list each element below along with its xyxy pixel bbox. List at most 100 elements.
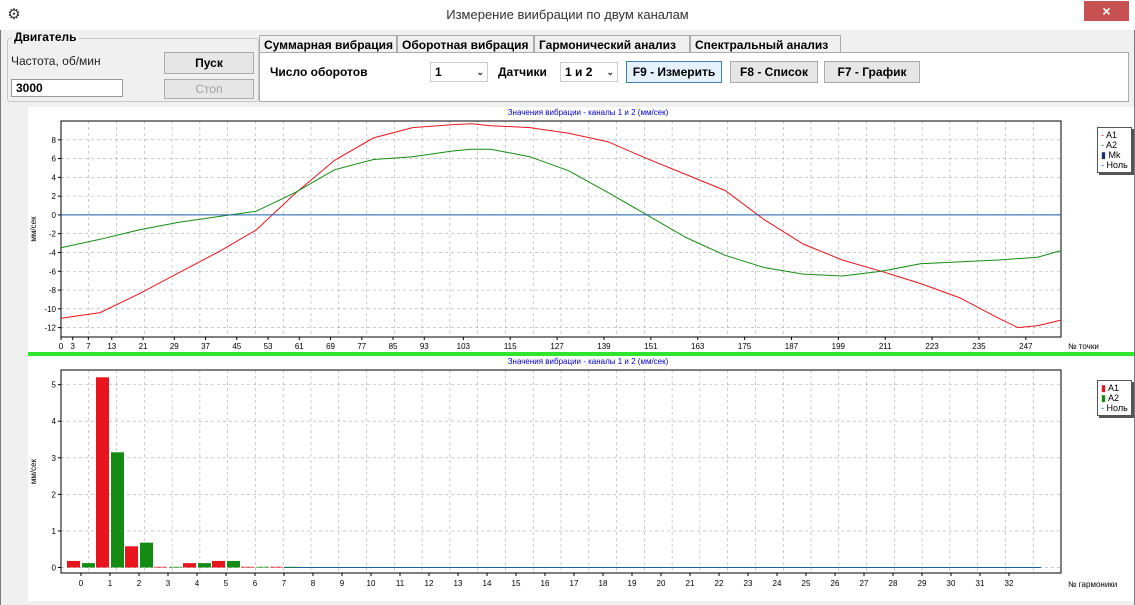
engine-group-title: Двигатель — [12, 30, 79, 44]
bar-a2-h6 — [256, 566, 269, 568]
sensors-select[interactable]: 1 и 2 ⌄ — [560, 62, 618, 82]
y-tick-label: 1 — [52, 527, 57, 536]
y-axis-label: мм/сек — [29, 458, 38, 484]
x-tick-label: 25 — [802, 579, 811, 588]
bar-a1-h0 — [67, 560, 80, 568]
x-tick-label: 26 — [831, 579, 840, 588]
graph-button[interactable]: F7 - График — [824, 61, 920, 83]
x-tick-label: 235 — [972, 342, 986, 351]
x-tick-label: 32 — [1005, 579, 1014, 588]
x-tick-label: 4 — [195, 579, 200, 588]
close-button[interactable]: × — [1084, 1, 1129, 21]
x-tick-label: 175 — [738, 342, 752, 351]
measure-button[interactable]: F9 - Измерить — [626, 61, 722, 83]
bar-a2-h3 — [169, 566, 182, 568]
x-tick-label: 23 — [744, 579, 753, 588]
x-tick-label: 17 — [570, 579, 579, 588]
x-tick-label: 19 — [628, 579, 637, 588]
x-tick-label: 247 — [1019, 342, 1033, 351]
x-tick-label: 7 — [282, 579, 287, 588]
title-bar: ⚙ Измерение виибрации по двум каналам × — [0, 0, 1135, 31]
time-chart-legend: - A1 - A2 ▮ Mk - Ноль — [1097, 127, 1132, 173]
chart-title: Значения вибрации - каналы 1 и 2 (мм/сек… — [508, 108, 669, 117]
x-tick-label: 3 — [166, 579, 171, 588]
x-tick-label: 1 — [108, 579, 113, 588]
x-tick-label: 85 — [389, 342, 398, 351]
frequency-label: Частота, об/мин — [11, 54, 101, 68]
legend-item-zero: - Ноль — [1101, 160, 1128, 170]
legend-item-a1: - A1 — [1101, 130, 1118, 140]
y-tick-label: -6 — [49, 267, 57, 276]
x-tick-label: 28 — [889, 579, 898, 588]
stop-button[interactable]: Стоп — [164, 79, 254, 99]
x-tick-label: 22 — [715, 579, 724, 588]
chevron-down-icon: ⌄ — [476, 67, 484, 77]
y-tick-label: 0 — [52, 564, 57, 573]
x-tick-label: 93 — [420, 342, 429, 351]
x-tick-label: 3 — [70, 342, 75, 351]
chevron-down-icon: ⌄ — [606, 67, 614, 77]
x-tick-label: 151 — [644, 342, 658, 351]
y-tick-label: -12 — [44, 324, 56, 333]
x-tick-label: 115 — [504, 342, 517, 351]
y-tick-label: -4 — [49, 248, 57, 257]
bar-a1-h3 — [154, 566, 167, 568]
window-title: Измерение виибрации по двум каналам — [446, 7, 689, 22]
x-tick-label: 7 — [86, 342, 91, 351]
x-tick-label: 13 — [454, 579, 463, 588]
y-tick-label: 4 — [52, 173, 57, 182]
x-tick-label: 29 — [170, 342, 179, 351]
x-tick-label: 199 — [832, 342, 846, 351]
y-tick-label: 6 — [52, 155, 57, 164]
y-tick-label: -2 — [49, 230, 57, 239]
x-tick-label: 30 — [947, 579, 956, 588]
x-tick-label: 6 — [253, 579, 258, 588]
bar-a2-h7 — [285, 566, 298, 568]
chart-title: Значения вибрации - каналы 1 и 2 (мм/сек… — [508, 357, 669, 366]
harmonics-chart-legend: ▮ A1 ▮ A2 - Ноль — [1097, 380, 1132, 416]
x-tick-label: 69 — [326, 342, 335, 351]
x-tick-label: 2 — [137, 579, 142, 588]
x-tick-label: 211 — [879, 342, 892, 351]
bar-a1-h5 — [212, 560, 225, 568]
x-tick-label: 13 — [107, 342, 116, 351]
start-button[interactable]: Пуск — [164, 52, 254, 74]
tab-harmonic-analysis[interactable]: Гармонический анализ — [534, 35, 690, 53]
engine-groupbox: Двигатель Частота, об/мин 3000 Пуск Стоп — [7, 30, 259, 102]
chart-background — [28, 107, 1134, 352]
bar-a1-h2 — [125, 546, 138, 568]
y-tick-label: 0 — [52, 211, 57, 220]
tab-total-vibration[interactable]: Суммарная вибрация — [259, 35, 397, 53]
x-tick-label: 127 — [550, 342, 564, 351]
x-tick-label: 15 — [512, 579, 521, 588]
x-tick-label: 24 — [773, 579, 782, 588]
tab-spectral-analysis[interactable]: Спектральный анализ — [690, 35, 841, 53]
bar-a2-h1 — [111, 452, 124, 568]
x-tick-label: 27 — [860, 579, 869, 588]
rpm-count-select[interactable]: 1 ⌄ — [430, 62, 488, 82]
harmonics-chart: Значения вибрации - каналы 1 и 2 (мм/сек… — [28, 356, 1134, 601]
tab-rotational-vibration[interactable]: Оборотная вибрация — [397, 35, 534, 53]
legend-item-zero: - Ноль — [1101, 403, 1128, 413]
y-tick-label: 2 — [52, 192, 57, 201]
x-tick-label: 31 — [976, 579, 985, 588]
x-tick-label: 163 — [691, 342, 705, 351]
list-button[interactable]: F8 - Список — [730, 61, 818, 83]
bar-a2-h4 — [198, 563, 211, 568]
frequency-input[interactable]: 3000 — [11, 79, 123, 97]
x-tick-label: 103 — [457, 342, 471, 351]
rpm-count-value: 1 — [435, 65, 442, 79]
y-tick-label: -8 — [49, 286, 57, 295]
x-tick-label: 9 — [340, 579, 345, 588]
x-tick-label: 10 — [367, 579, 376, 588]
bar-a1-h7 — [270, 566, 283, 568]
x-tick-label: 29 — [918, 579, 927, 588]
legend-item-mk: ▮ Mk — [1101, 150, 1121, 160]
x-tick-label: 21 — [686, 579, 695, 588]
legend-item-a1: ▮ A1 — [1101, 383, 1119, 393]
x-tick-label: 53 — [264, 342, 273, 351]
x-tick-label: 16 — [541, 579, 550, 588]
x-tick-label: 0 — [79, 579, 84, 588]
x-tick-label: 18 — [599, 579, 608, 588]
x-tick-label: 61 — [295, 342, 304, 351]
